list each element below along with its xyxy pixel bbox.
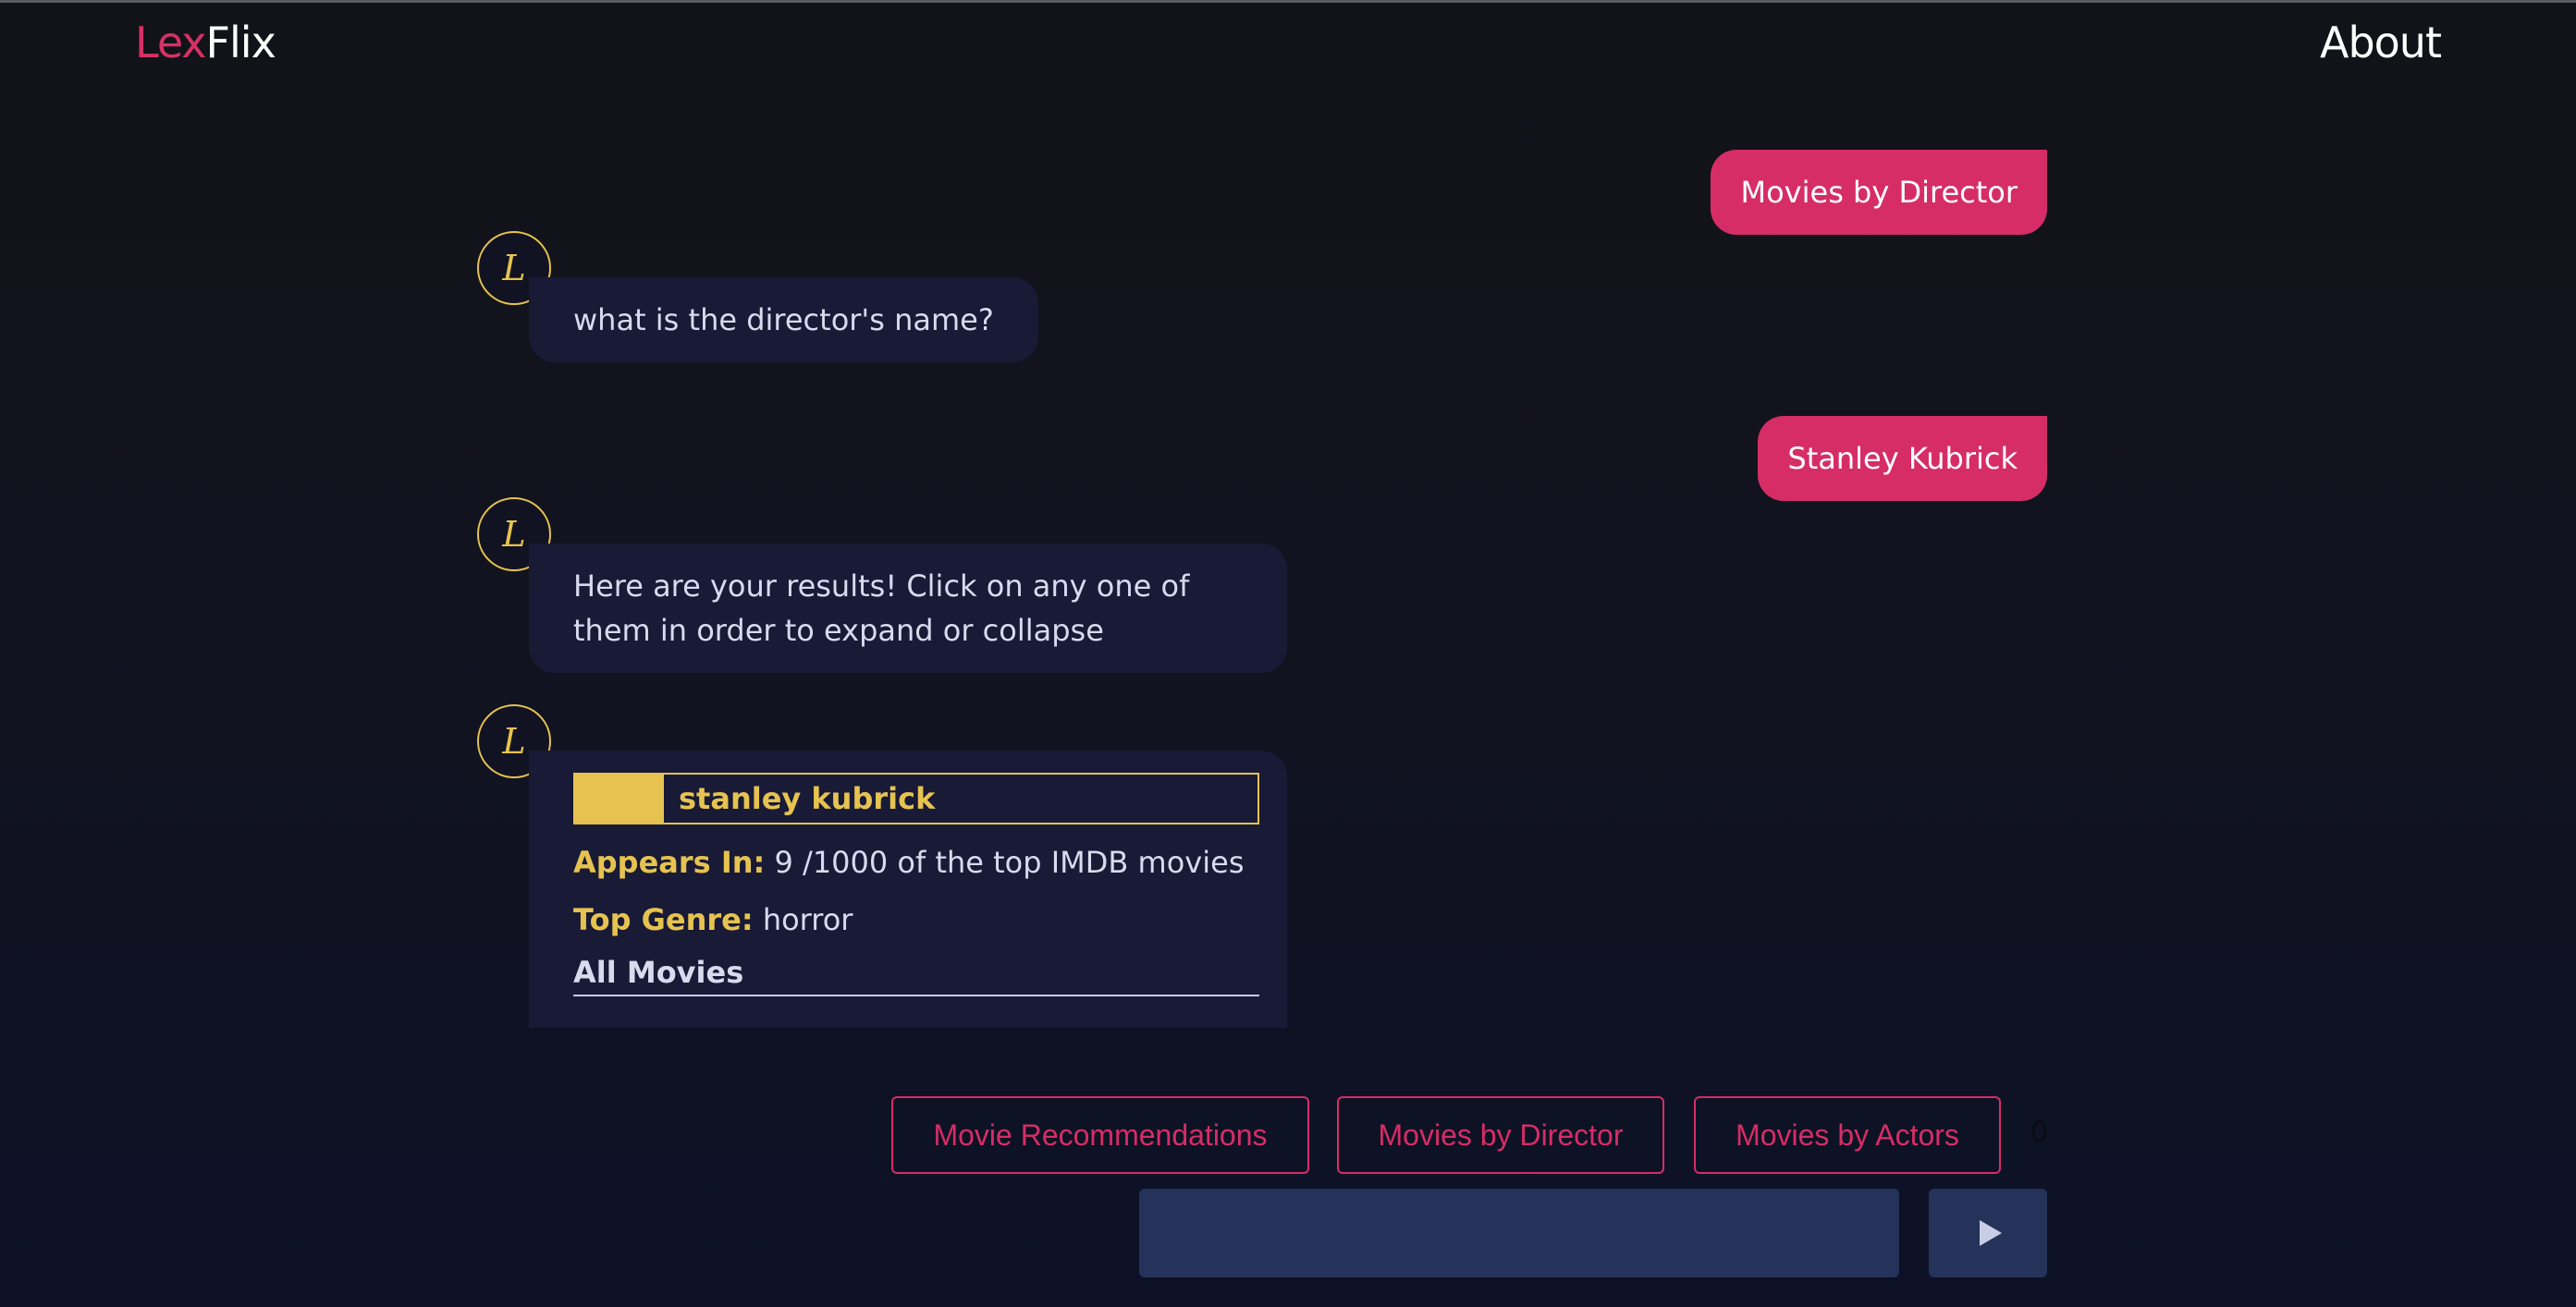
- result-card-header[interactable]: stanley kubrick: [573, 773, 1259, 825]
- director-result-card[interactable]: stanley kubrick Appears In: 9 /1000 of t…: [529, 751, 1287, 1028]
- appears-in-row: Appears In: 9 /1000 of the top IMDB movi…: [573, 841, 1257, 884]
- top-genre-label: Top Genre:: [573, 902, 754, 937]
- user-message-bubble: Movies by Director: [1711, 150, 2047, 235]
- appears-in-value: 9 /1000 of the top IMDB movies: [774, 845, 1245, 880]
- user-message-bubble: Stanley Kubrick: [1758, 416, 2047, 501]
- message-input[interactable]: [1139, 1189, 1899, 1277]
- bot-message-bubble: Here are your results! Click on any one …: [529, 544, 1287, 673]
- top-genre-value: horror: [762, 902, 853, 937]
- top-genre-row: Top Genre: horror: [573, 898, 1257, 941]
- appears-in-label: Appears In:: [573, 845, 766, 880]
- all-movies-toggle[interactable]: All Movies: [573, 952, 1259, 996]
- chip-counter: 0: [2030, 1117, 2049, 1149]
- chip-movies-by-director[interactable]: Movies by Director: [1337, 1096, 1664, 1174]
- chip-movies-by-actors[interactable]: Movies by Actors: [1694, 1096, 2001, 1174]
- play-triangle-icon: [1980, 1220, 2002, 1246]
- chip-movie-recommendations[interactable]: Movie Recommendations: [891, 1096, 1309, 1174]
- bot-message-bubble: what is the director's name?: [529, 277, 1038, 362]
- result-color-swatch: [575, 775, 664, 823]
- director-name: stanley kubrick: [679, 781, 936, 816]
- send-button[interactable]: [1929, 1189, 2047, 1277]
